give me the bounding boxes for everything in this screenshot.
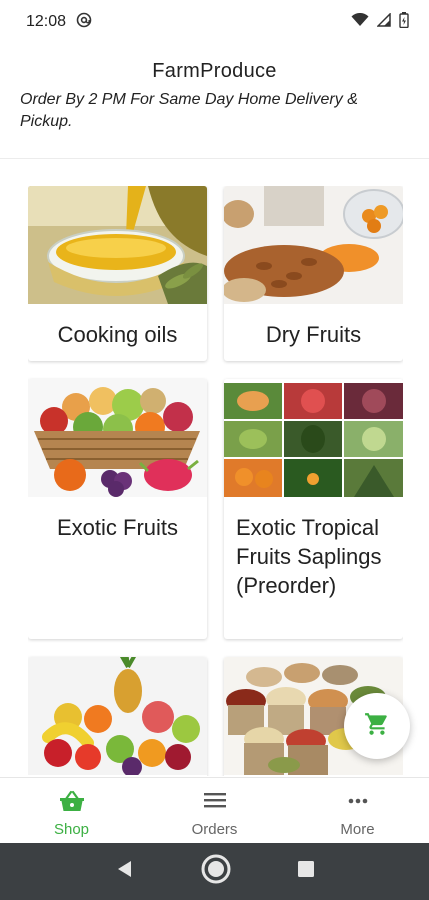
nav-label-shop: Shop — [53, 821, 90, 838]
signal-icon — [376, 11, 391, 32]
fruit-basket-image — [28, 379, 207, 497]
category-card-cooking-oils[interactable]: Cooking oils — [28, 186, 207, 361]
at-sign-icon — [76, 12, 92, 33]
status-bar: 12:08 — [0, 0, 429, 44]
header-divider — [0, 158, 429, 159]
cart-button[interactable] — [344, 693, 410, 759]
page-title: FarmProduce — [152, 60, 277, 82]
olive-oil-image — [28, 186, 207, 304]
fruit-pile-image — [28, 657, 207, 775]
category-label: Cooking oils — [57, 322, 178, 347]
category-card-exotic-fruits[interactable]: Exotic Fruits — [28, 379, 207, 639]
delivery-notice: Order By 2 PM For Same Day Home Delivery… — [20, 91, 358, 130]
category-label: Exotic Tropical Fruits Saplings (Preorde… — [236, 515, 382, 598]
recents-icon[interactable] — [297, 860, 315, 883]
nav-item-shop[interactable]: Shop — [0, 778, 143, 843]
category-label: Dry Fruits — [265, 322, 362, 347]
cart-icon — [364, 711, 390, 742]
category-card-dry-fruits[interactable]: Dry Fruits — [224, 186, 403, 361]
system-nav-bar — [0, 843, 429, 900]
tropical-fruits-collage-image — [224, 379, 403, 497]
dry-fruits-image — [224, 186, 403, 304]
nav-item-more[interactable]: More — [286, 778, 429, 843]
shop-basket-icon — [59, 790, 85, 817]
home-icon[interactable] — [201, 854, 231, 889]
orders-list-icon — [203, 790, 227, 817]
status-time: 12:08 — [26, 13, 67, 30]
app-header: FarmProduce Order By 2 PM For Same Day H… — [0, 60, 429, 133]
category-card-fruits[interactable] — [28, 657, 207, 776]
category-grid: Cooking oils Dry Fruits Exotic Fruits Ex… — [28, 186, 403, 776]
battery-icon — [399, 11, 409, 33]
category-label: Exotic Fruits — [56, 515, 179, 540]
wifi-icon — [351, 12, 369, 32]
bottom-nav: Shop Orders More — [0, 777, 429, 843]
nav-item-orders[interactable]: Orders — [143, 778, 286, 843]
category-card-tropical-saplings[interactable]: Exotic Tropical Fruits Saplings (Preorde… — [224, 379, 403, 639]
back-icon[interactable] — [115, 859, 135, 884]
nav-label-more: More — [340, 821, 375, 838]
more-dots-icon — [346, 790, 370, 817]
nav-label-orders: Orders — [191, 821, 238, 838]
